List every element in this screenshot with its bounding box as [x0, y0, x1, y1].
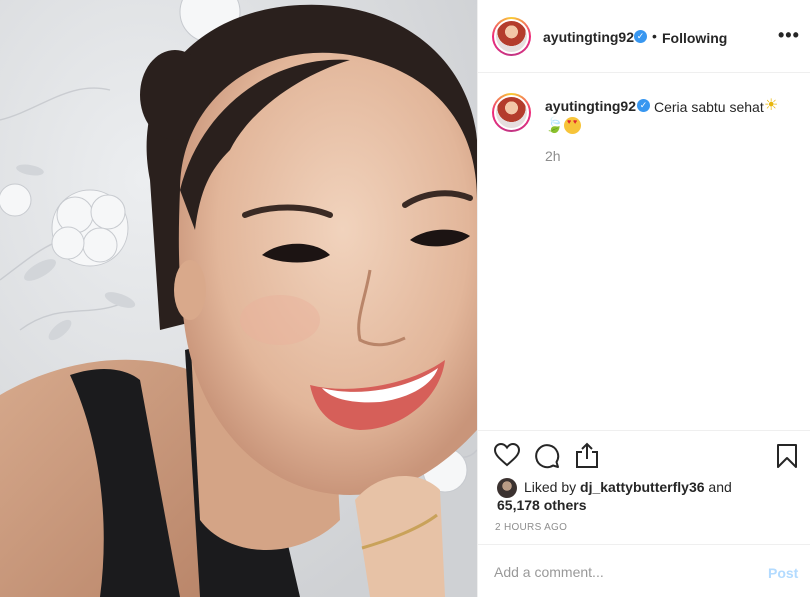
liker-username-link[interactable]: dj_kattybutterfly36 — [580, 479, 704, 495]
caption-time[interactable]: 2h — [545, 148, 561, 164]
likes-count-link[interactable]: 65,178 others — [497, 496, 587, 514]
caption-username-link[interactable]: ayutingting92 — [545, 98, 636, 114]
liked-by-prefix: Liked by — [524, 479, 577, 495]
heart-icon[interactable] — [493, 442, 521, 472]
post-timestamp[interactable]: 2 HOURS AGO — [495, 522, 567, 533]
verified-badge-icon: ✓ — [637, 99, 650, 112]
post-sidebar: ayutingting92 ✓ • Following ••• ayutingt… — [477, 0, 810, 597]
caption-section: ayutingting92 ✓ Ceria sabtu sehat ☀ 🍃 2h — [478, 73, 810, 430]
post-photo[interactable] — [0, 0, 477, 597]
liked-by-conj: and — [708, 479, 732, 495]
liked-by-line: Liked by dj_kattybutterfly36 and — [524, 478, 732, 496]
photo-illustration — [0, 0, 477, 597]
post-actions: Liked by dj_kattybutterfly36 and 65,178 … — [478, 430, 810, 544]
separator-dot: • — [652, 28, 657, 44]
post-button[interactable]: Post — [768, 565, 798, 581]
sun-emoji-icon: ☀ — [764, 97, 779, 114]
verified-badge-icon: ✓ — [634, 30, 647, 43]
comment-input[interactable] — [494, 564, 734, 580]
post-header: ayutingting92 ✓ • Following ••• — [478, 0, 810, 73]
caption-text: Ceria sabtu sehat — [654, 99, 764, 115]
comment-icon[interactable] — [534, 443, 560, 474]
comment-bar: Post — [478, 544, 810, 597]
heart-eyes-emoji-icon — [564, 117, 581, 134]
avatar[interactable] — [492, 17, 531, 56]
share-icon[interactable] — [574, 442, 600, 474]
more-options-icon[interactable]: ••• — [778, 25, 800, 46]
following-button[interactable]: Following — [662, 30, 727, 46]
caption-avatar[interactable] — [492, 93, 531, 132]
liker-avatar[interactable] — [497, 478, 517, 498]
bookmark-icon[interactable] — [776, 443, 798, 474]
username-link[interactable]: ayutingting92 — [543, 29, 634, 45]
leaf-emoji-icon: 🍃 — [545, 117, 564, 134]
